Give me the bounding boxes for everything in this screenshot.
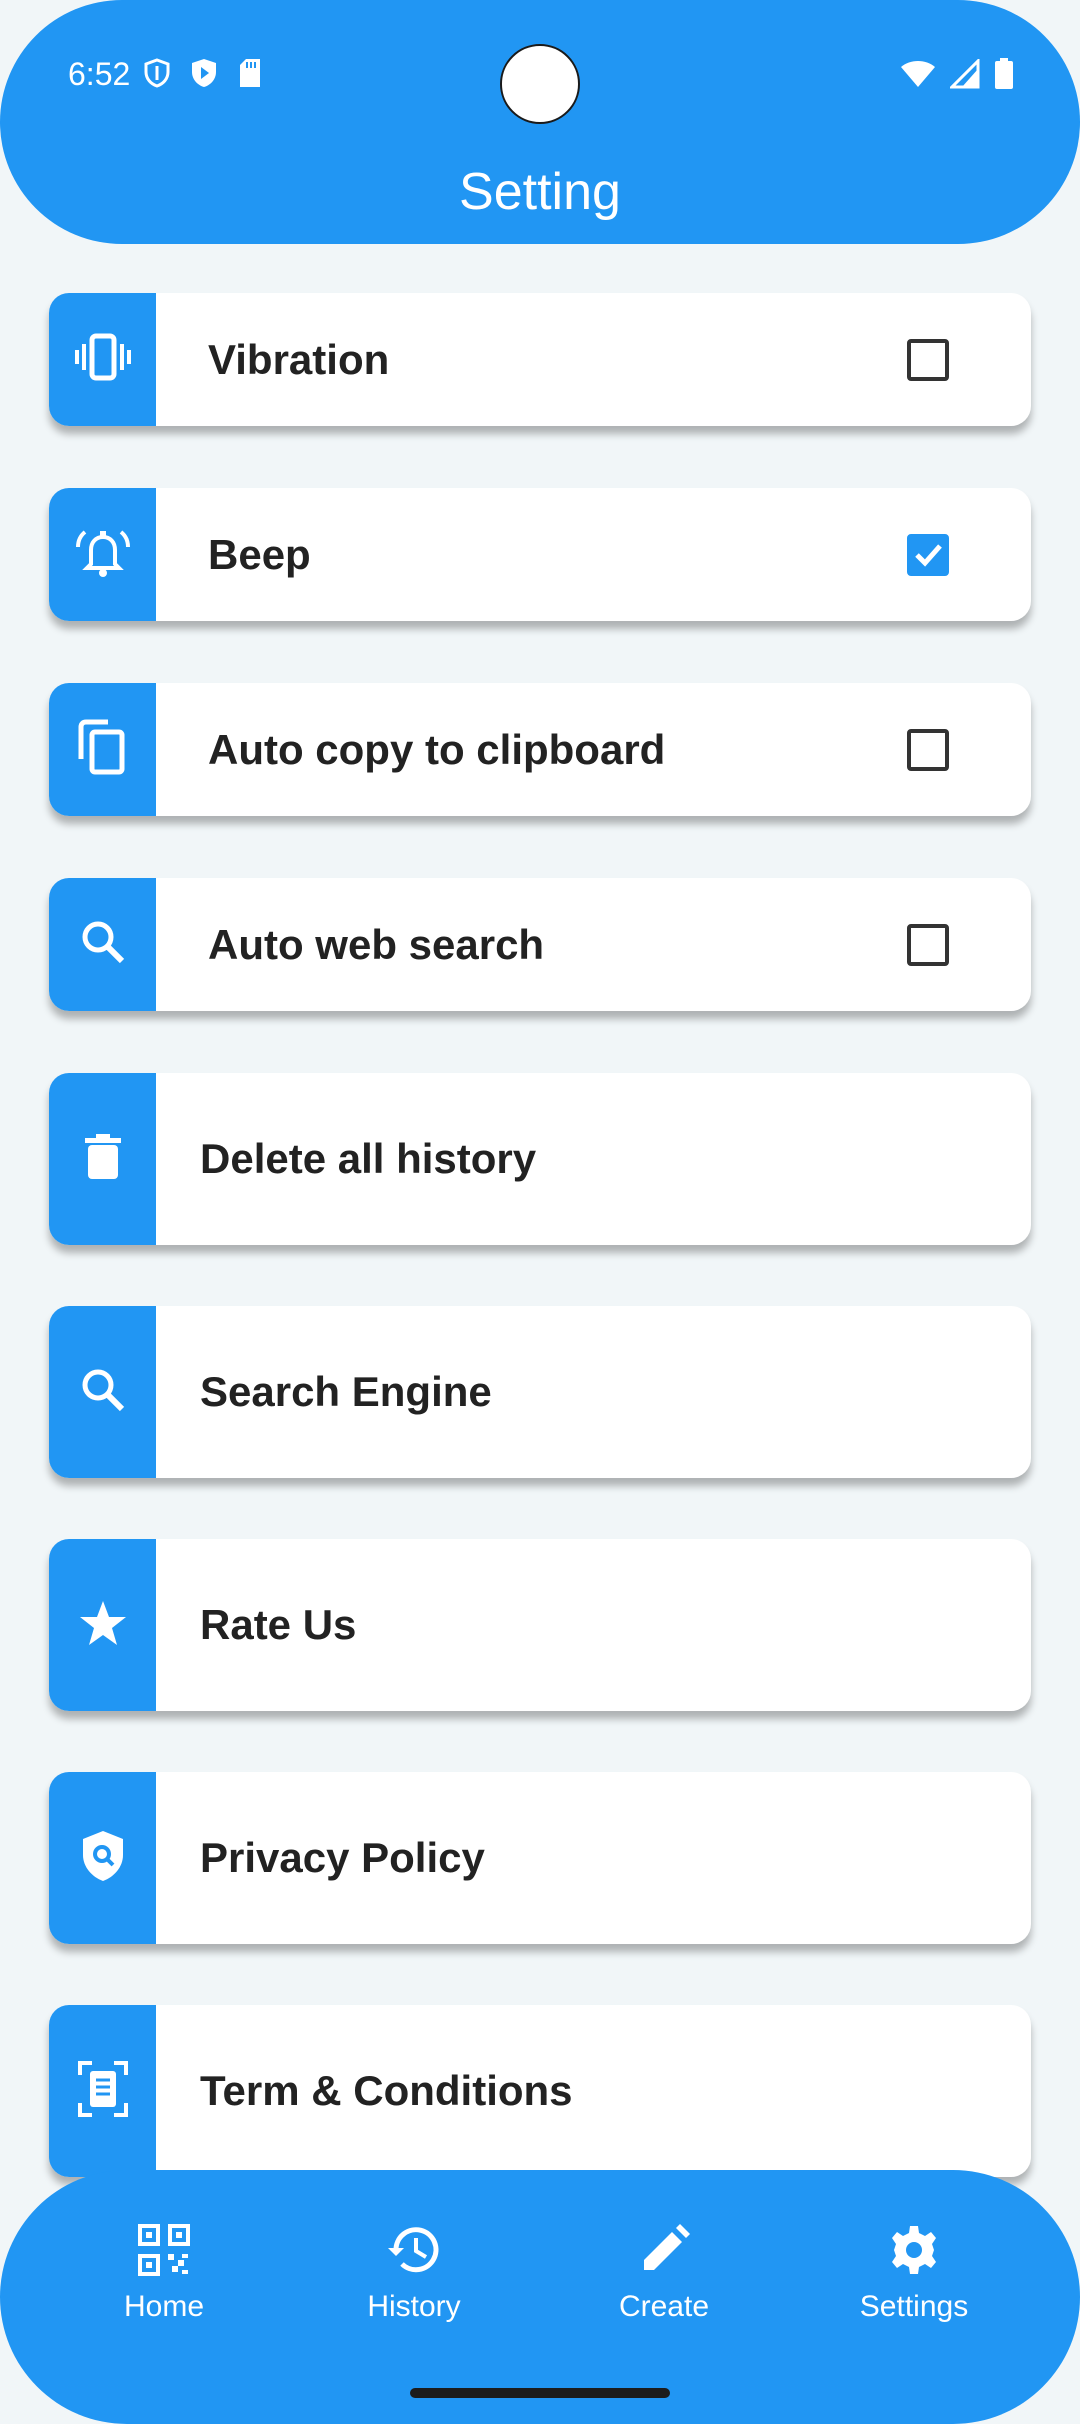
setting-label: Beep — [208, 530, 311, 578]
setting-label: Term & Conditions — [200, 2067, 573, 2114]
nav-label: Home — [123, 2290, 205, 2323]
setting-terms[interactable]: Term & Conditions — [49, 2005, 1031, 2177]
nav-settings[interactable]: Settings — [804, 2222, 1024, 2324]
bottom-navigation: Home History Create Settings — [0, 2170, 1080, 2424]
nav-label: History — [367, 2290, 461, 2323]
setting-label: Vibration — [208, 335, 390, 383]
battery-icon — [994, 58, 1014, 95]
wifi-icon — [900, 59, 936, 94]
sd-card-icon — [238, 58, 262, 93]
nav-label: Create — [618, 2290, 710, 2323]
nav-history[interactable]: History — [304, 2222, 524, 2324]
alarm-bell-icon — [75, 526, 131, 583]
status-time: 6:52 — [68, 56, 131, 92]
vibration-checkbox[interactable] — [907, 338, 949, 381]
setting-label: Auto web search — [208, 920, 545, 968]
pencil-icon — [638, 2223, 690, 2281]
star-icon — [78, 1599, 128, 1652]
document-scan-icon — [77, 2060, 128, 2122]
page-title: Setting — [459, 163, 621, 221]
signal-icon — [948, 57, 980, 94]
beep-checkbox[interactable] — [907, 533, 949, 576]
camera-cutout — [500, 44, 580, 124]
vibration-icon — [73, 332, 133, 387]
privacy-shield-icon — [81, 1829, 125, 1888]
auto-web-search-checkbox[interactable] — [907, 923, 949, 966]
setting-rate-us[interactable]: Rate Us — [49, 1539, 1031, 1711]
auto-copy-checkbox[interactable] — [907, 728, 949, 771]
setting-auto-web-search[interactable]: Auto web search — [49, 878, 1031, 1011]
nav-home[interactable]: Home — [54, 2222, 274, 2324]
status-bar: 6:52 — [0, 0, 1080, 150]
setting-vibration[interactable]: Vibration — [49, 293, 1031, 426]
search-icon — [80, 919, 126, 970]
settings-screen: 6:52 Setting Vibration Beep Auto copy to… — [0, 0, 1080, 2424]
setting-label: Auto copy to clipboard — [208, 725, 666, 773]
play-protect-icon — [190, 58, 218, 93]
setting-auto-copy[interactable]: Auto copy to clipboard — [49, 683, 1031, 816]
search-icon — [80, 1367, 126, 1418]
app-header: 6:52 Setting — [0, 0, 1080, 244]
setting-search-engine[interactable]: Search Engine — [49, 1306, 1031, 1478]
shield-outline-icon — [144, 58, 170, 93]
setting-label: Delete all history — [200, 1135, 537, 1182]
gear-icon — [888, 2224, 940, 2281]
nav-create[interactable]: Create — [554, 2222, 774, 2324]
copy-icon — [78, 719, 128, 780]
trash-icon — [83, 1133, 123, 1186]
setting-delete-history[interactable]: Delete all history — [49, 1073, 1031, 1245]
nav-label: Settings — [859, 2290, 969, 2323]
setting-label: Rate Us — [200, 1601, 357, 1648]
history-icon — [386, 2224, 442, 2281]
setting-label: Search Engine — [200, 1368, 492, 1415]
setting-label: Privacy Policy — [200, 1834, 485, 1881]
setting-beep[interactable]: Beep — [49, 488, 1031, 621]
qr-code-icon — [138, 2223, 190, 2281]
setting-privacy-policy[interactable]: Privacy Policy — [49, 1772, 1031, 1944]
home-indicator[interactable] — [410, 2388, 670, 2398]
